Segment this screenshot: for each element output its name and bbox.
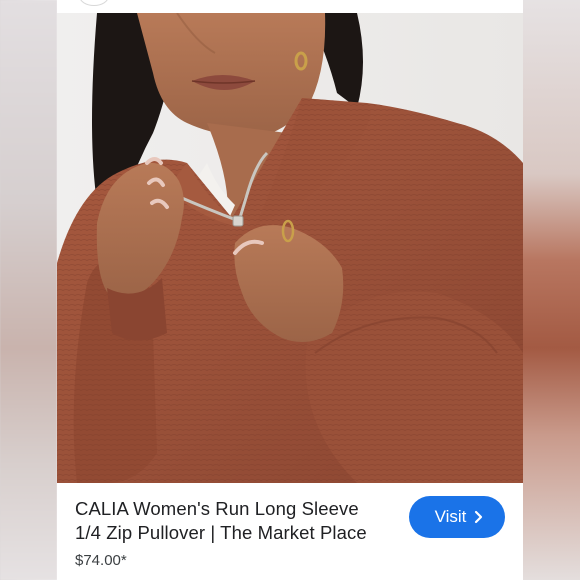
screenshot-frame: CALIA Women's Run Long Sleeve 1/4 Zip Pu…: [0, 0, 580, 580]
product-title[interactable]: CALIA Women's Run Long Sleeve 1/4 Zip Pu…: [75, 497, 395, 545]
product-price: $74.00*: [75, 552, 127, 569]
blurred-background-right: [523, 0, 580, 580]
card-top-edge: [57, 0, 523, 13]
blurred-background-left: [0, 0, 57, 580]
product-title-line1: CALIA Women's Run Long Sleeve: [75, 498, 359, 519]
visit-button[interactable]: Visit: [409, 496, 505, 538]
avatar-edge-icon: [79, 0, 109, 6]
chevron-right-icon: [474, 510, 483, 524]
visit-button-label: Visit: [434, 507, 467, 526]
product-card[interactable]: CALIA Women's Run Long Sleeve 1/4 Zip Pu…: [57, 0, 523, 580]
product-info: CALIA Women's Run Long Sleeve 1/4 Zip Pu…: [57, 483, 523, 580]
product-title-line2: 1/4 Zip Pullover | The Market Place: [75, 522, 367, 543]
sweater-photo-illustration: [57, 13, 523, 483]
product-image[interactable]: [57, 13, 523, 483]
